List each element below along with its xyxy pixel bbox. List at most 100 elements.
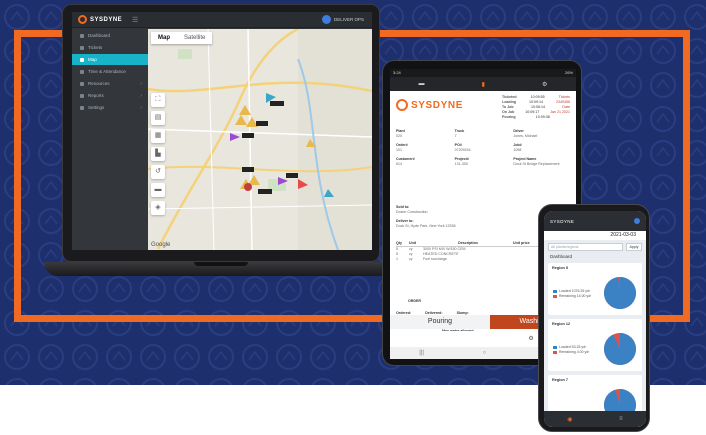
apply-button[interactable]: Apply [626, 243, 642, 251]
status-time: 3:24 [393, 70, 401, 75]
sidebar-item-settings[interactable]: Settings › [72, 102, 148, 113]
fleet-map[interactable]: Map Satellite ⛶ ▤ ▦ ▙ ↺ ▬ ◈ Google [148, 29, 372, 250]
region-title: Region 5 [552, 266, 569, 270]
sidebar-item-tickets[interactable]: Tickets [72, 42, 148, 53]
ticket-times: Ticketed 10:09:55 Tickets Loading 10:09:14 2… [502, 95, 570, 120]
menu-icon[interactable]: ☰ [132, 16, 138, 24]
region-search-input[interactable]: All plants/regions [548, 243, 623, 251]
logo-text: SYSDYNE [550, 218, 575, 224]
detail-row: Customer# 614 Project# 131-300 Project Nam… [396, 157, 572, 167]
app-topbar: SYSDYNE ☰ DELIVER OPS [72, 12, 372, 28]
battery-level: 26% [564, 70, 573, 75]
order-heading: ORDER [408, 299, 421, 303]
detail-row: Order# 101 PO# 07209244 Job# 1098 [396, 143, 572, 153]
sidebar-item-time-attendance[interactable]: Time & Attendance [72, 66, 148, 77]
phone-appbar: SYSDYNE [544, 211, 646, 231]
sidebar-item-map[interactable]: Map [72, 54, 148, 65]
plant-value: 020 [396, 134, 402, 138]
map-layer-icon[interactable]: ▦ [151, 129, 165, 143]
dashboard-title: Dashboard [550, 254, 573, 259]
ticket-details: Plant 020 Truck 7 Driver Jones, Michael Ord… [396, 129, 572, 171]
region-card[interactable]: Region 5 Loaded 1076.25 yd³ Remaining 14… [548, 263, 642, 315]
logo-text: SYSDYNE [90, 16, 123, 23]
marketing-hero: SYSDYNE ☰ DELIVER OPS Dashboard Tickets … [0, 0, 706, 435]
layers-icon[interactable]: ◈ [151, 201, 165, 215]
user-menu[interactable]: DELIVER OPS [321, 15, 364, 24]
avatar [321, 15, 331, 24]
logo-text: SYSDYNE [411, 99, 463, 111]
job-value: 1098 [513, 148, 522, 152]
gear-icon[interactable]: ⚙ [542, 81, 547, 88]
chevron-right-icon: › [140, 80, 142, 87]
gear-icon[interactable]: ⚙ [528, 335, 533, 342]
date-picker[interactable]: 2021-03-03 [544, 231, 646, 240]
fullscreen-icon[interactable]: ⛶ [151, 93, 165, 107]
history-icon[interactable]: ↺ [151, 165, 165, 179]
region-pie-chart [604, 277, 636, 309]
project-name-value: Dock St Bridge Replacement [513, 162, 560, 166]
sidebar-item-label: Resources [88, 81, 110, 86]
sidebar-item-label: Tickets [88, 45, 103, 50]
truck-marker[interactable] [278, 177, 288, 185]
chevron-right-icon: › [140, 92, 142, 99]
chart-icon [80, 93, 84, 98]
sidebar-item-label: Time & Attendance [88, 69, 126, 74]
ticket-icon [80, 45, 84, 50]
map-attribution: Google [151, 242, 171, 248]
dashboard-icon[interactable]: ◉ [567, 416, 572, 423]
truck-marker[interactable] [306, 139, 316, 147]
truck-icon[interactable]: ▬ [151, 183, 165, 197]
phone-device: SYSDYNE 2021-03-03 All plants/regions Ap… [538, 204, 650, 432]
plant-icon[interactable]: ▙ [151, 147, 165, 161]
region-title: Region 7 [552, 378, 569, 382]
avatar[interactable] [634, 218, 640, 224]
sidebar-item-dashboard[interactable]: Dashboard [72, 30, 148, 41]
logo-icon [396, 99, 408, 111]
dashboard-icon [80, 33, 84, 38]
chevron-right-icon: › [140, 104, 142, 111]
pie-slice-loaded [604, 333, 636, 365]
plant-marker[interactable] [239, 105, 251, 115]
region-legend: Loaded 53.25 yd³ Remaining 4.00 yd³ [553, 345, 589, 355]
region-filter: All plants/regions Apply [548, 243, 642, 251]
recent-apps-icon[interactable]: ||| [419, 350, 424, 356]
truck-value: 7 [454, 134, 457, 138]
pie-slice-loaded [604, 277, 636, 309]
region-card[interactable]: Region 12 Loaded 53.25 yd³ Remaining 4.0… [548, 319, 642, 371]
home-icon[interactable]: ○ [483, 350, 487, 356]
region-legend: Loaded 1076.25 yd³ Remaining 14.00 yd³ [553, 289, 591, 299]
phone-screen: SYSDYNE 2021-03-03 All plants/regions Ap… [544, 211, 646, 427]
ticket-icon[interactable]: ▮ [482, 81, 485, 88]
time-row: Pouring 10:09:38 [502, 115, 550, 119]
tickets-icon[interactable]: ▤ [151, 111, 165, 125]
map-markers [230, 93, 334, 197]
status-bar: 3:24 26% [390, 69, 576, 77]
truck-icon[interactable]: ▬ [419, 81, 425, 87]
map-toolbar: ⛶ ▤ ▦ ▙ ↺ ▬ ◈ [151, 93, 165, 219]
list-icon[interactable]: ≡ [619, 416, 623, 422]
plant-marker[interactable] [235, 115, 247, 125]
gear-icon [80, 105, 84, 110]
pouring-button[interactable]: Pouring [390, 315, 490, 329]
project-value: 131-300 [454, 162, 468, 166]
sidebar-item-label: Map [88, 57, 97, 62]
truck-marker[interactable] [230, 133, 240, 141]
customer-value: 614 [396, 162, 402, 166]
sidebar-item-label: Reports [88, 93, 104, 98]
detail-row: Plant 020 Truck 7 Driver Jones, Michael [396, 129, 572, 139]
region-title: Region 12 [552, 322, 571, 326]
truck-marker[interactable] [324, 189, 334, 197]
sidebar-item-resources[interactable]: Resources › [72, 78, 148, 89]
region-pie-chart [604, 333, 636, 365]
user-name: DELIVER OPS [333, 17, 364, 22]
phone-tabbar: ◉ ≡ [544, 411, 646, 427]
laptop-lid: SYSDYNE ☰ DELIVER OPS Dashboard Tickets … [62, 4, 380, 262]
driver-value: Jones, Michael [513, 134, 538, 138]
ticket-logo: SYSDYNE [396, 99, 463, 111]
laptop-screen: SYSDYNE ☰ DELIVER OPS Dashboard Tickets … [72, 12, 372, 250]
truck-marker[interactable] [298, 179, 308, 189]
logo-icon [78, 15, 87, 24]
sidebar-item-reports[interactable]: Reports › [72, 90, 148, 101]
app-logo[interactable]: SYSDYNE [78, 15, 122, 24]
tablet-appbar: ▬ ▮ ⚙ [390, 77, 576, 91]
